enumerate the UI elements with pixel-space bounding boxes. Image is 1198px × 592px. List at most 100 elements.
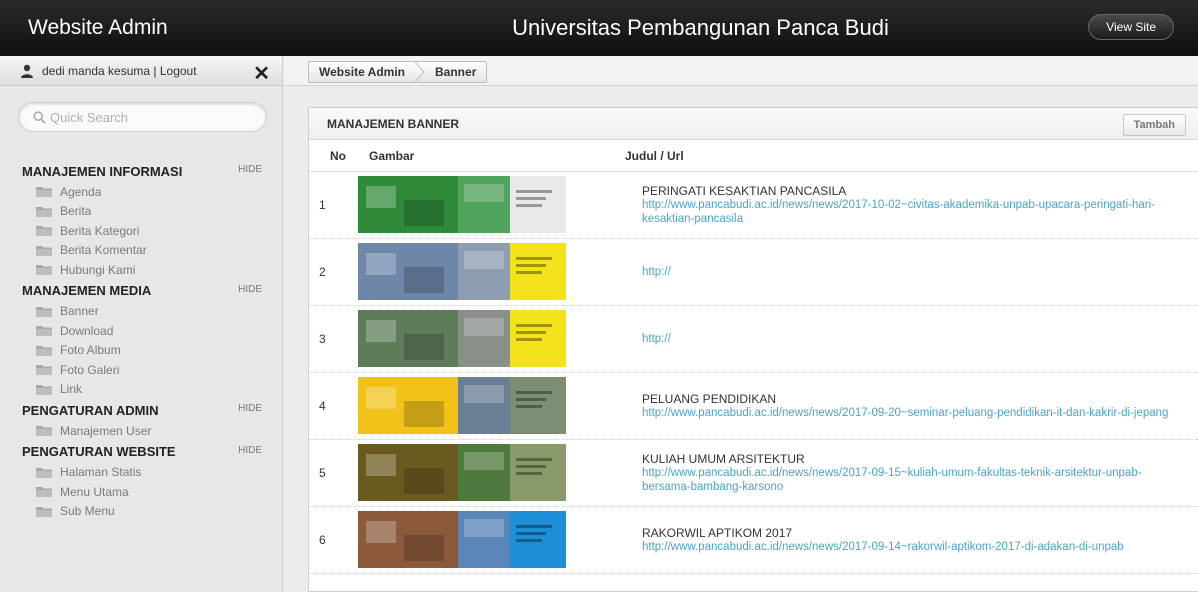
sidebar-item-label: Banner xyxy=(60,304,99,319)
column-header-image: Gambar xyxy=(369,148,415,163)
folder-icon xyxy=(36,384,52,395)
panel-header: MANAJEMEN BANNER Tambah xyxy=(309,108,1198,140)
banner-table-body: 1 PERINGATI KESAKTIAN PANCASILA http://www… xyxy=(309,172,1198,574)
sidebar-item-label: Hubungi Kami xyxy=(60,262,136,277)
banner-url-link[interactable]: http:// xyxy=(642,332,1187,346)
sidebar-item-label: Link xyxy=(60,382,83,397)
folder-icon xyxy=(36,187,52,198)
sidebar-item-menu-utama[interactable]: Menu Utama xyxy=(22,482,282,502)
banner-title: RAKORWIL APTIKOM 2017 xyxy=(642,526,793,540)
sidebar-item-label: Sub Menu xyxy=(60,504,115,519)
user-icon xyxy=(21,64,33,78)
banner-thumbnail[interactable] xyxy=(358,310,566,367)
banner-thumbnail[interactable] xyxy=(358,377,566,434)
row-number: 2 xyxy=(319,265,326,279)
site-title: Universitas Pembangunan Panca Budi xyxy=(512,15,889,40)
folder-icon xyxy=(36,365,52,376)
column-header-no: No xyxy=(330,148,346,163)
banner-title: KULIAH UMUM ARSITEKTUR xyxy=(642,452,805,466)
banner-image xyxy=(358,176,566,233)
table-row[interactable]: 2 http:// xyxy=(309,239,1198,306)
user-bar: dedi manda kesuma | Logout ✕ xyxy=(0,56,282,86)
breadcrumb-current: Banner xyxy=(435,65,477,79)
sidebar-item-berita-komentar[interactable]: Berita Komentar xyxy=(22,241,282,261)
breadcrumb: Website Admin Banner xyxy=(308,61,488,83)
user-logout-link[interactable]: dedi manda kesuma | Logout xyxy=(42,64,197,78)
folder-icon xyxy=(36,345,52,356)
folder-icon xyxy=(36,326,52,337)
sidebar-item-label: Manajemen User xyxy=(60,423,152,438)
banner-image xyxy=(358,511,566,568)
table-row[interactable]: 3 http:// xyxy=(309,306,1198,373)
banner-image xyxy=(358,243,566,300)
banner-thumbnail[interactable] xyxy=(358,176,566,233)
sidebar-item-agenda[interactable]: Agenda xyxy=(22,182,282,202)
breadcrumb-separator-icon xyxy=(415,62,425,82)
table-header: No Gambar Judul / Url xyxy=(309,140,1198,172)
folder-icon xyxy=(36,426,52,437)
banner-info: KULIAH UMUM ARSITEKTUR http://www.pancabu… xyxy=(642,440,1187,506)
hide-section-toggle[interactable]: HIDE xyxy=(238,164,262,175)
banner-thumbnail[interactable] xyxy=(358,511,566,568)
sidebar-item-berita[interactable]: Berita xyxy=(22,202,282,222)
table-row[interactable]: 4 PELUANG PENDIDIKAN http://www.pancabudi.… xyxy=(309,373,1198,440)
nav-section-manajemen-media: MANAJEMEN MEDIA HIDE Banner Download Foto Al… xyxy=(0,280,282,400)
banner-thumbnail[interactable] xyxy=(358,243,566,300)
row-number: 4 xyxy=(319,399,326,413)
table-row[interactable]: 1 PERINGATI KESAKTIAN PANCASILA http://www… xyxy=(309,172,1198,239)
banner-thumbnail[interactable] xyxy=(358,444,566,501)
quick-search-input[interactable] xyxy=(50,109,250,125)
sidebar-item-label: Agenda xyxy=(60,184,102,199)
top-bar: Website Admin Universitas Pembangunan Pa… xyxy=(0,0,1198,56)
sidebar-item-label: Foto Album xyxy=(60,343,121,358)
search-icon xyxy=(33,110,46,124)
table-row[interactable]: 5 KULIAH UMUM ARSITEKTUR http://www.pancab… xyxy=(309,440,1198,507)
sidebar-item-label: Foto Galeri xyxy=(60,362,120,377)
sidebar-item-label: Berita xyxy=(60,204,92,219)
row-number: 3 xyxy=(319,332,326,346)
panel-title: MANAJEMEN BANNER xyxy=(327,116,460,131)
banner-info: PERINGATI KESAKTIAN PANCASILA http://www.… xyxy=(642,172,1187,238)
folder-icon xyxy=(36,306,52,317)
view-site-button[interactable]: View Site xyxy=(1088,14,1174,40)
banner-image xyxy=(358,377,566,434)
sidebar-item-link[interactable]: Link xyxy=(22,380,282,400)
folder-icon xyxy=(36,226,52,237)
breadcrumb-home[interactable]: Website Admin xyxy=(309,62,415,82)
sidebar-item-label: Download xyxy=(60,323,114,338)
sidebar-item-manajemen-user[interactable]: Manajemen User xyxy=(22,421,282,441)
banner-image xyxy=(358,444,566,501)
banner-url-link[interactable]: http://www.pancabudi.ac.id/news/news/201… xyxy=(642,466,1187,494)
sidebar-item-foto-album[interactable]: Foto Album xyxy=(22,341,282,361)
sidebar-item-banner[interactable]: Banner xyxy=(22,302,282,322)
hide-section-toggle[interactable]: HIDE xyxy=(238,284,262,295)
admin-brand[interactable]: Website Admin xyxy=(0,0,283,56)
breadcrumb-bar: Website Admin Banner xyxy=(284,56,1198,86)
sidebar-item-hubungi-kami[interactable]: Hubungi Kami xyxy=(22,260,282,280)
nav-section-pengaturan-website: PENGATURAN WEBSITE HIDE Halaman Statis Menu… xyxy=(0,441,282,522)
hide-section-toggle[interactable]: HIDE xyxy=(238,403,262,414)
close-icon[interactable]: ✕ xyxy=(253,61,270,86)
banner-url-link[interactable]: http:// xyxy=(642,265,1187,279)
sidebar-item-berita-kategori[interactable]: Berita Kategori xyxy=(22,221,282,241)
banner-url-link[interactable]: http://www.pancabudi.ac.id/news/news/201… xyxy=(642,406,1187,420)
banner-url-link[interactable]: http://www.pancabudi.ac.id/news/news/201… xyxy=(642,540,1187,554)
sidebar-item-halaman-statis[interactable]: Halaman Statis xyxy=(22,463,282,483)
banner-url-link[interactable]: http://www.pancabudi.ac.id/news/news/201… xyxy=(642,198,1187,226)
add-banner-button[interactable]: Tambah xyxy=(1122,114,1186,136)
banner-info: RAKORWIL APTIKOM 2017 http://www.pancabud… xyxy=(642,507,1187,573)
sidebar-nav: MANAJEMEN INFORMASI HIDE Agenda Berita Berit… xyxy=(0,160,282,521)
hide-section-toggle[interactable]: HIDE xyxy=(238,445,262,456)
banner-image xyxy=(358,310,566,367)
sidebar-item-sub-menu[interactable]: Sub Menu xyxy=(22,502,282,522)
folder-icon xyxy=(36,245,52,256)
sidebar: dedi manda kesuma | Logout ✕ MANAJEMEN I… xyxy=(0,56,283,592)
folder-icon xyxy=(36,467,52,478)
sidebar-item-download[interactable]: Download xyxy=(22,321,282,341)
nav-section-manajemen-informasi: MANAJEMEN INFORMASI HIDE Agenda Berita Berit… xyxy=(0,160,282,280)
nav-section-pengaturan-admin: PENGATURAN ADMIN HIDE Manajemen User xyxy=(0,399,282,441)
search-box[interactable] xyxy=(18,102,267,132)
sidebar-item-foto-galeri[interactable]: Foto Galeri xyxy=(22,360,282,380)
folder-icon xyxy=(36,206,52,217)
table-row[interactable]: 6 RAKORWIL APTIKOM 2017 http://www.pancabu… xyxy=(309,507,1198,574)
